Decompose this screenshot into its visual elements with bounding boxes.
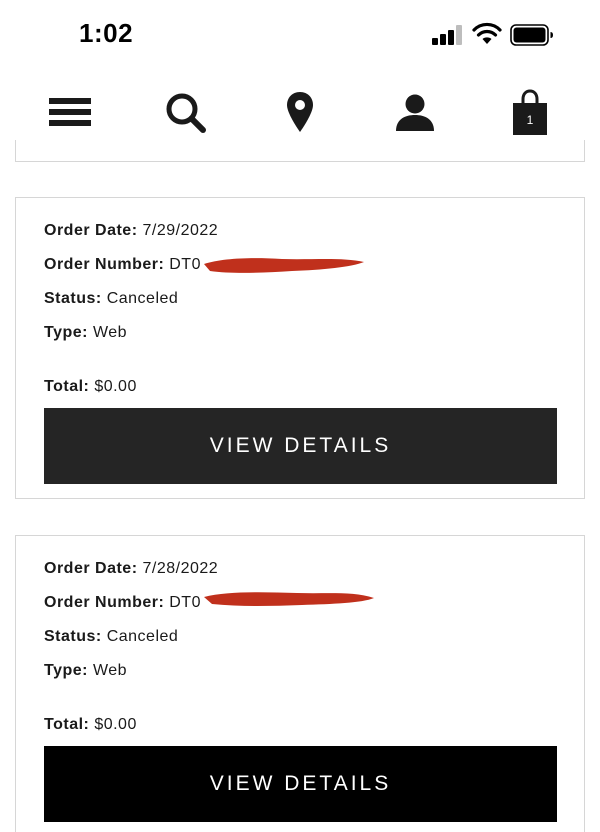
order-number-label: Order Number:	[44, 594, 165, 611]
view-details-button[interactable]: VIEW DETAILS	[44, 408, 557, 484]
order-status-row: Status: Canceled	[44, 628, 178, 646]
battery-icon	[510, 24, 553, 46]
view-details-button[interactable]: VIEW DETAILS	[44, 746, 557, 822]
order-type-label: Type:	[44, 662, 88, 679]
order-number-label: Order Number:	[44, 256, 165, 273]
order-date-label: Order Date:	[44, 560, 138, 577]
order-number-row: Order Number: DT0	[44, 594, 201, 612]
cellular-signal-icon	[432, 25, 464, 45]
wifi-icon	[472, 22, 502, 44]
header-nav: 1	[0, 80, 600, 142]
account-icon[interactable]	[394, 88, 436, 136]
order-type-value: Web	[92, 324, 128, 341]
order-type-value: Web	[92, 662, 128, 679]
order-status-value: Canceled	[106, 628, 179, 645]
order-date-row: Order Date: 7/29/2022	[44, 222, 218, 240]
status-bar: 1:02	[0, 0, 600, 70]
redaction-mark	[204, 592, 374, 606]
order-total-value: $0.00	[94, 378, 137, 395]
cart-button[interactable]: 1	[512, 88, 548, 136]
order-total-label: Total:	[44, 716, 90, 733]
order-total-row: Total: $0.00	[44, 716, 137, 734]
order-status-row: Status: Canceled	[44, 290, 178, 308]
order-number-value: DT0	[169, 256, 201, 273]
order-date-value: 7/29/2022	[142, 222, 219, 239]
order-status-label: Status:	[44, 628, 102, 645]
order-number-row: Order Number: DT0	[44, 256, 201, 274]
order-type-label: Type:	[44, 324, 88, 341]
order-date-label: Order Date:	[44, 222, 138, 239]
order-date-value: 7/28/2022	[142, 560, 219, 577]
order-status-value: Canceled	[106, 290, 179, 307]
shopping-bag-icon	[513, 89, 547, 135]
redaction-mark	[204, 258, 364, 273]
order-card: Order Date: 7/28/2022 Order Number: DT0 …	[15, 535, 585, 832]
order-type-row: Type: Web	[44, 324, 127, 342]
order-total-row: Total: $0.00	[44, 378, 137, 396]
order-card-previous	[15, 140, 585, 162]
menu-icon[interactable]	[48, 88, 92, 136]
order-date-row: Order Date: 7/28/2022	[44, 560, 218, 578]
cart-count-badge: 1	[526, 113, 534, 127]
status-time: 1:02	[79, 18, 134, 48]
order-card: Order Date: 7/29/2022 Order Number: DT0 …	[15, 197, 585, 499]
order-number-value: DT0	[169, 594, 201, 611]
order-type-row: Type: Web	[44, 662, 127, 680]
search-icon[interactable]	[163, 88, 207, 136]
order-total-label: Total:	[44, 378, 90, 395]
location-pin-icon[interactable]	[284, 88, 316, 136]
order-status-label: Status:	[44, 290, 102, 307]
order-total-value: $0.00	[94, 716, 137, 733]
